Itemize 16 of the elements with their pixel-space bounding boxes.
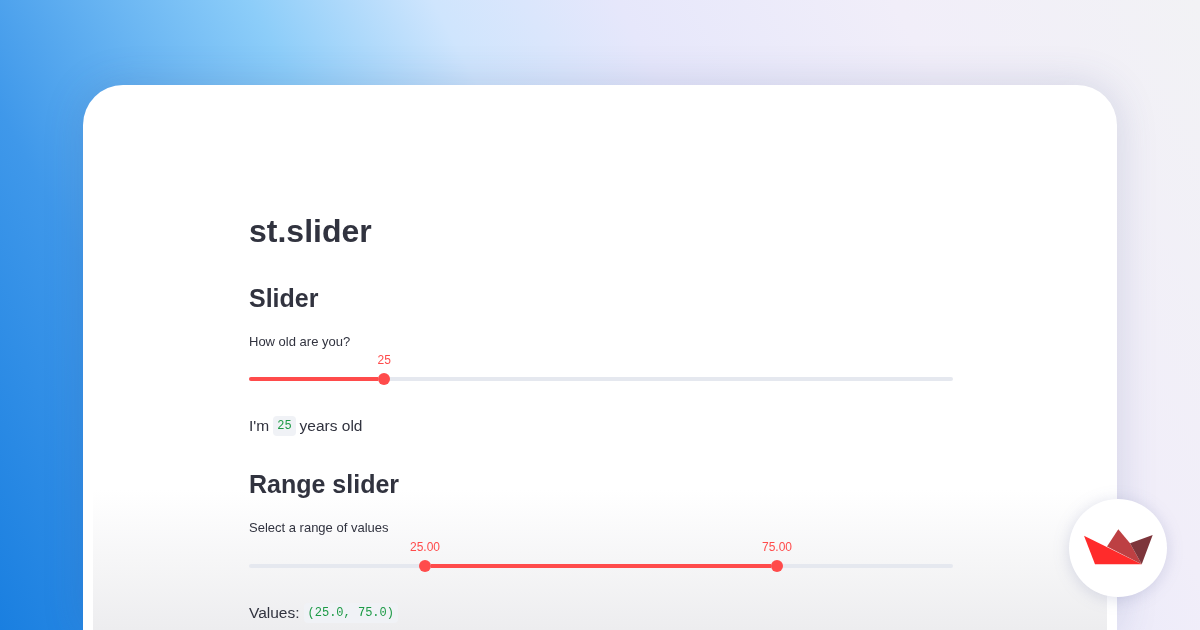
slider-value: 75.00 — [762, 539, 792, 555]
slider-handle[interactable] — [378, 373, 391, 385]
slider-value: 25.00 — [410, 539, 440, 555]
slider-label: How old are you? — [249, 333, 351, 351]
slider-handle[interactable] — [771, 560, 783, 572]
output-text: I'm — [249, 416, 270, 436]
slider-handle[interactable] — [419, 560, 431, 572]
inline-code: 25 — [273, 416, 296, 436]
section-heading: Range slider — [249, 469, 400, 500]
section-heading: Slider — [249, 283, 319, 314]
page-title: st.slider — [249, 212, 372, 251]
output-text: years old — [299, 416, 363, 436]
output-text: Values: — [249, 603, 300, 623]
inline-code: (25.0, 75.0) — [303, 603, 398, 623]
slider-value: 25 — [377, 352, 391, 368]
slider-label: Select a range of values — [249, 519, 389, 537]
